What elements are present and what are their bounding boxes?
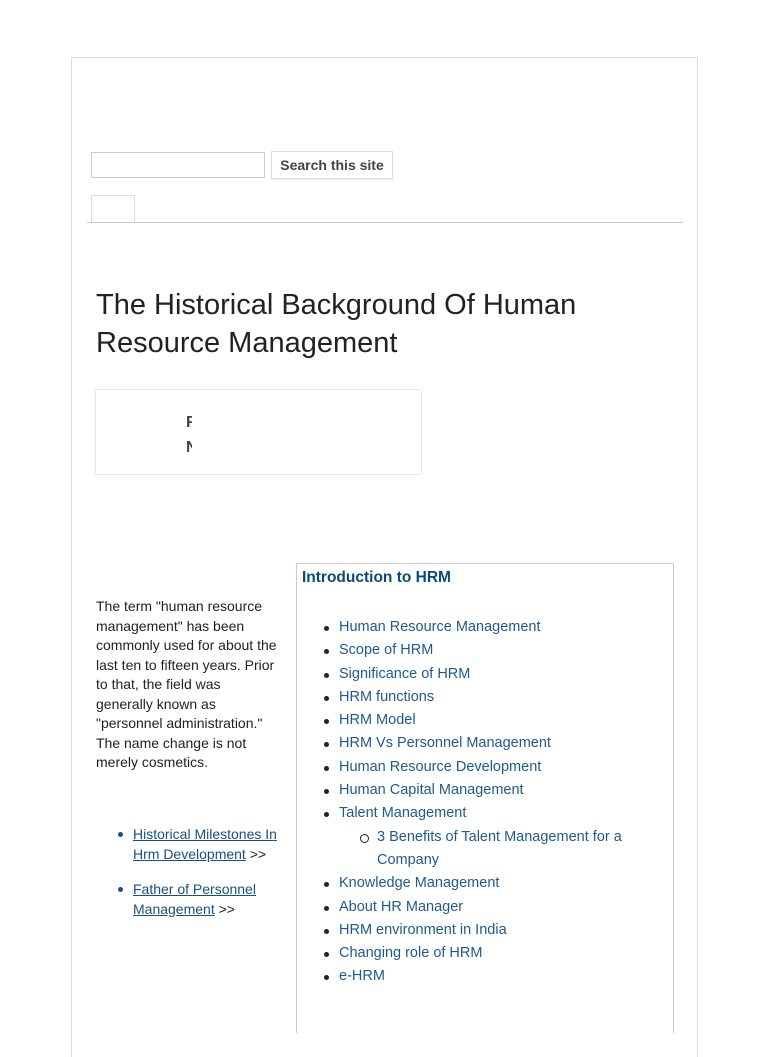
toc-link[interactable]: About HR Manager [321, 896, 661, 919]
list-item: Historical Milestones In Hrm Development… [96, 825, 281, 864]
toc-link[interactable]: Human Capital Management [321, 779, 661, 802]
toc-box: Introduction to HRM Human Resource Manag… [296, 563, 674, 1033]
nav-tab[interactable] [91, 195, 135, 222]
page-title: The Historical Background Of Human Resou… [96, 289, 577, 359]
link-suffix: >> [245, 845, 267, 862]
toc-link[interactable]: Talent Management [321, 802, 661, 825]
toc-link[interactable]: Human Resource Development [321, 756, 661, 779]
toc-link[interactable]: HRM environment in India [321, 919, 661, 942]
search-input[interactable] [91, 152, 265, 178]
toc-link[interactable]: HRM Model [321, 709, 661, 732]
toc-list: Human Resource Management Scope of HRM S… [321, 616, 661, 989]
toc-link[interactable]: Changing role of HRM [321, 942, 661, 965]
toc-link[interactable]: Human Resource Management [321, 616, 661, 639]
toc-link[interactable]: HRM Vs Personnel Management [321, 732, 661, 755]
toc-sublink[interactable]: 3 Benefits of Talent Management for a Co… [321, 826, 661, 873]
toc-link[interactable]: Knowledge Management [321, 872, 661, 895]
search-button[interactable]: Search this site [271, 151, 393, 179]
link-suffix: >> [214, 900, 235, 917]
intro-text: The term "human resource management" has… [96, 598, 277, 770]
toc-heading: Introduction to HRM [302, 569, 451, 586]
embedded-content[interactable]: F N [95, 389, 422, 475]
toc-link[interactable]: e-HRM [321, 965, 661, 988]
related-link[interactable]: Father of Personnel Management [133, 881, 256, 917]
toc-link[interactable]: Scope of HRM [321, 639, 661, 662]
divider [87, 222, 683, 223]
list-item: Father of Personnel Management >> [96, 880, 281, 919]
toc-link[interactable]: Significance of HRM [321, 663, 661, 686]
related-links: Historical Milestones In Hrm Development… [96, 825, 281, 935]
toc-link[interactable]: HRM functions [321, 686, 661, 709]
